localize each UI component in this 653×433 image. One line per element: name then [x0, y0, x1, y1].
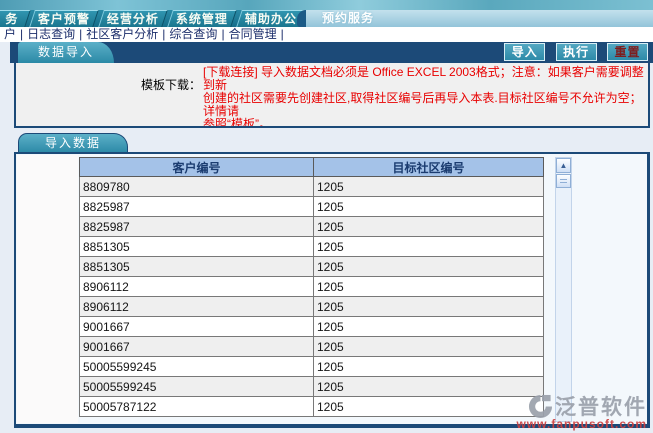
table-header-row: 客户编号 目标社区编号 — [80, 158, 544, 177]
menu-item-customer-partial[interactable]: 户 — [0, 27, 20, 41]
tab-auxiliary-office[interactable]: 辅助办公 — [236, 10, 306, 27]
app-window: 务 客户预警 经营分析 系统管理 辅助办公 预约服务 户|日志查询|社区客户分析… — [0, 0, 653, 433]
community-id-cell: 1205 — [314, 357, 544, 377]
customer-id-cell: 50005787122 — [80, 397, 314, 417]
customer-id-cell: 8851305 — [80, 257, 314, 277]
menu-item-comprehensive-query[interactable]: 综合查询 — [165, 27, 221, 41]
customer-id-cell: 8851305 — [80, 237, 314, 257]
data-import-panel-tab: 数据导入 — [18, 42, 114, 63]
table-row: 88259871205 — [80, 197, 544, 217]
menu-item-log-query[interactable]: 日志查询 — [23, 27, 79, 41]
tab-label: 务 — [0, 11, 27, 27]
community-id-cell: 1205 — [314, 397, 544, 417]
table-row: 500055992451205 — [80, 377, 544, 397]
table-row: 90016671205 — [80, 317, 544, 337]
community-id-cell: 1205 — [314, 177, 544, 197]
import-button[interactable]: 导入 — [504, 43, 545, 61]
target-community-header: 目标社区编号 — [314, 158, 544, 177]
execute-button[interactable]: 执行 — [556, 43, 597, 61]
table-row: 89061121205 — [80, 297, 544, 317]
scroll-up-icon: ▲ — [560, 161, 568, 170]
customer-id-cell: 9001667 — [80, 317, 314, 337]
table-row: 88513051205 — [80, 237, 544, 257]
fanpu-watermark: 泛普软件 www.fanpusoft.com — [516, 391, 647, 431]
download-link[interactable]: [下载连接] — [203, 65, 258, 79]
menu-separator: | — [281, 27, 284, 41]
tab-customer-alert[interactable]: 客户预警 — [29, 10, 99, 27]
menu-item-community-customer-analysis[interactable]: 社区客户分析 — [82, 27, 162, 41]
watermark-url: www.fanpusoft.com — [516, 417, 647, 431]
import-data-table: 客户编号 目标社区编号 88097801205 88259871205 8825… — [79, 157, 544, 417]
table-row: 88513051205 — [80, 257, 544, 277]
table-row: 500057871221205 — [80, 397, 544, 417]
tab-system-management[interactable]: 系统管理 — [167, 10, 237, 27]
tab-business-partial[interactable]: 务 — [0, 10, 31, 27]
tab-label: 系统管理 — [171, 11, 233, 27]
customer-id-cell: 50005599245 — [80, 377, 314, 397]
customer-id-header: 客户编号 — [80, 158, 314, 177]
notice-line-3: 参照“模板”。 — [203, 118, 644, 128]
customer-id-cell: 8825987 — [80, 197, 314, 217]
template-download-label: 模板下载： — [141, 79, 201, 92]
customer-id-cell: 8825987 — [80, 217, 314, 237]
tab-label: 辅助办公 — [240, 11, 302, 27]
notice-line-2: 创建的社区需要先创建社区,取得社区编号后再导入本表.目标社区编号不允许为空；详情… — [203, 92, 644, 118]
tab-label: 预约服务 — [306, 10, 374, 26]
table-row: 500055992451205 — [80, 357, 544, 377]
customer-id-cell: 8906112 — [80, 297, 314, 317]
community-id-cell: 1205 — [314, 377, 544, 397]
import-data-tab: 导入数据 — [18, 133, 128, 153]
scroll-thumb[interactable] — [556, 174, 571, 188]
table-left-margin — [17, 155, 78, 423]
community-id-cell: 1205 — [314, 337, 544, 357]
notice-line-1: [下载连接] 导入数据文档必须是 Office EXCEL 2003格式；注意：… — [203, 66, 644, 92]
table-row: 90016671205 — [80, 337, 544, 357]
table-scrollbar[interactable]: ▲ — [555, 157, 572, 422]
customer-id-cell: 9001667 — [80, 337, 314, 357]
community-id-cell: 1205 — [314, 317, 544, 337]
action-buttons: 导入 执行 重置 — [497, 43, 648, 61]
data-import-panel: 模板下载： [下载连接] 导入数据文档必须是 Office EXCEL 2003… — [14, 63, 650, 128]
import-data-panel: 客户编号 目标社区编号 88097801205 88259871205 8825… — [14, 152, 650, 428]
menu-item-contract-management[interactable]: 合同管理 — [225, 27, 281, 41]
import-instructions: 模板下载： [下载连接] 导入数据文档必须是 Office EXCEL 2003… — [16, 63, 648, 128]
tab-label: 客户预警 — [33, 11, 95, 27]
sub-menu: 户|日志查询|社区客户分析|综合查询|合同管理| — [0, 27, 653, 42]
tab-label: 经营分析 — [102, 11, 164, 27]
customer-id-cell: 8809780 — [80, 177, 314, 197]
fanpu-logo-icon — [528, 394, 553, 419]
notice-text: 导入数据文档必须是 Office EXCEL 2003格式；注意：如果客户需要调… — [203, 65, 644, 92]
community-id-cell: 1205 — [314, 297, 544, 317]
community-id-cell: 1205 — [314, 217, 544, 237]
customer-id-cell: 8906112 — [80, 277, 314, 297]
table-row: 89061121205 — [80, 277, 544, 297]
table-row: 88097801205 — [80, 177, 544, 197]
tab-business-analysis[interactable]: 经营分析 — [98, 10, 168, 27]
tab-reservation-service[interactable]: 预约服务 — [306, 10, 653, 27]
table-row: 88259871205 — [80, 217, 544, 237]
customer-id-cell: 50005599245 — [80, 357, 314, 377]
action-bar: 数据导入 导入 执行 重置 — [10, 42, 653, 63]
scroll-up-button[interactable]: ▲ — [556, 158, 571, 173]
reset-button[interactable]: 重置 — [607, 43, 648, 61]
community-id-cell: 1205 — [314, 197, 544, 217]
community-id-cell: 1205 — [314, 237, 544, 257]
community-id-cell: 1205 — [314, 257, 544, 277]
top-banner — [0, 0, 653, 10]
community-id-cell: 1205 — [314, 277, 544, 297]
